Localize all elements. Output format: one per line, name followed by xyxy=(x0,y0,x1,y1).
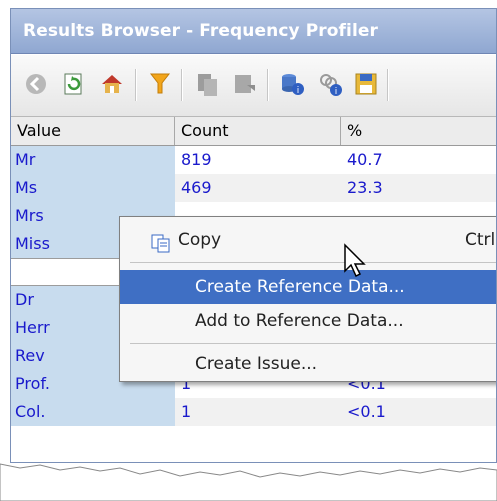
toolbar-separator xyxy=(387,69,389,101)
cell-value: Mrs xyxy=(15,206,44,225)
toolbar-separator xyxy=(135,69,137,101)
menu-item-create-reference-label: Create Reference Data... xyxy=(195,277,405,297)
refresh-icon[interactable] xyxy=(59,69,89,99)
cell-count: 819 xyxy=(181,150,212,169)
table-header: Value Count % xyxy=(11,117,496,146)
svg-text:i: i xyxy=(297,86,300,96)
cell-value: Rev xyxy=(15,346,45,365)
menu-item-copy[interactable]: Copy Ctrl+ xyxy=(120,223,496,257)
cell-value: Col. xyxy=(15,402,46,421)
cell-value: Mr xyxy=(15,150,36,169)
cell-percent: <0.1 xyxy=(347,402,386,421)
mouse-cursor-icon xyxy=(343,243,367,283)
cell-value: Dr xyxy=(15,290,34,309)
title-bar: Results Browser - Frequency Profiler xyxy=(11,9,496,54)
back-icon[interactable] xyxy=(21,69,51,99)
cell-value: Miss xyxy=(15,234,50,253)
link-info-icon[interactable]: i xyxy=(315,69,345,99)
header-count[interactable]: Count xyxy=(175,117,341,145)
menu-item-add-reference-label: Add to Reference Data... xyxy=(195,311,404,331)
menu-item-copy-label: Copy xyxy=(178,230,222,250)
results-browser-window: Results Browser - Frequency Profiler i i xyxy=(10,8,497,463)
save-icon[interactable] xyxy=(351,69,381,99)
torn-edge xyxy=(0,463,497,501)
menu-item-create-issue-label: Create Issue... xyxy=(195,354,318,374)
cell-value: Prof. xyxy=(15,374,50,393)
context-menu: Copy Ctrl+ Create Reference Data... Add … xyxy=(119,216,496,382)
filter-icon[interactable] xyxy=(145,69,175,99)
copy-icon[interactable] xyxy=(193,69,223,99)
menu-item-create-issue[interactable]: Create Issue... xyxy=(120,347,496,381)
header-value[interactable]: Value xyxy=(11,117,175,145)
toolbar: i i xyxy=(11,55,496,117)
export-icon[interactable] xyxy=(229,69,259,99)
table-row[interactable]: Mr 819 40.7 xyxy=(11,146,496,174)
cell-percent: 40.7 xyxy=(347,150,383,169)
toolbar-separator xyxy=(181,69,183,101)
menu-divider xyxy=(130,262,496,263)
cell-value: Herr xyxy=(15,318,50,337)
menu-divider xyxy=(130,343,496,344)
home-icon[interactable] xyxy=(97,69,127,99)
cell-count: 469 xyxy=(181,178,212,197)
cell-percent: 23.3 xyxy=(347,178,383,197)
menu-item-add-to-reference-data[interactable]: Add to Reference Data... xyxy=(120,304,496,338)
cell-value: Ms xyxy=(15,178,38,197)
menu-item-create-reference-data[interactable]: Create Reference Data... xyxy=(120,270,496,304)
copy-icon xyxy=(150,232,172,266)
svg-text:i: i xyxy=(335,87,338,97)
menu-item-copy-shortcut: Ctrl+ xyxy=(465,230,496,250)
cell-count: 1 xyxy=(181,402,192,421)
header-percent[interactable]: % xyxy=(341,117,496,145)
table-row[interactable]: Ms 469 23.3 xyxy=(11,174,496,202)
window-title: Results Browser - Frequency Profiler xyxy=(23,21,378,41)
table-row[interactable]: Col. 1 <0.1 xyxy=(11,398,496,426)
database-info-icon[interactable]: i xyxy=(277,69,307,99)
toolbar-separator xyxy=(267,69,269,101)
